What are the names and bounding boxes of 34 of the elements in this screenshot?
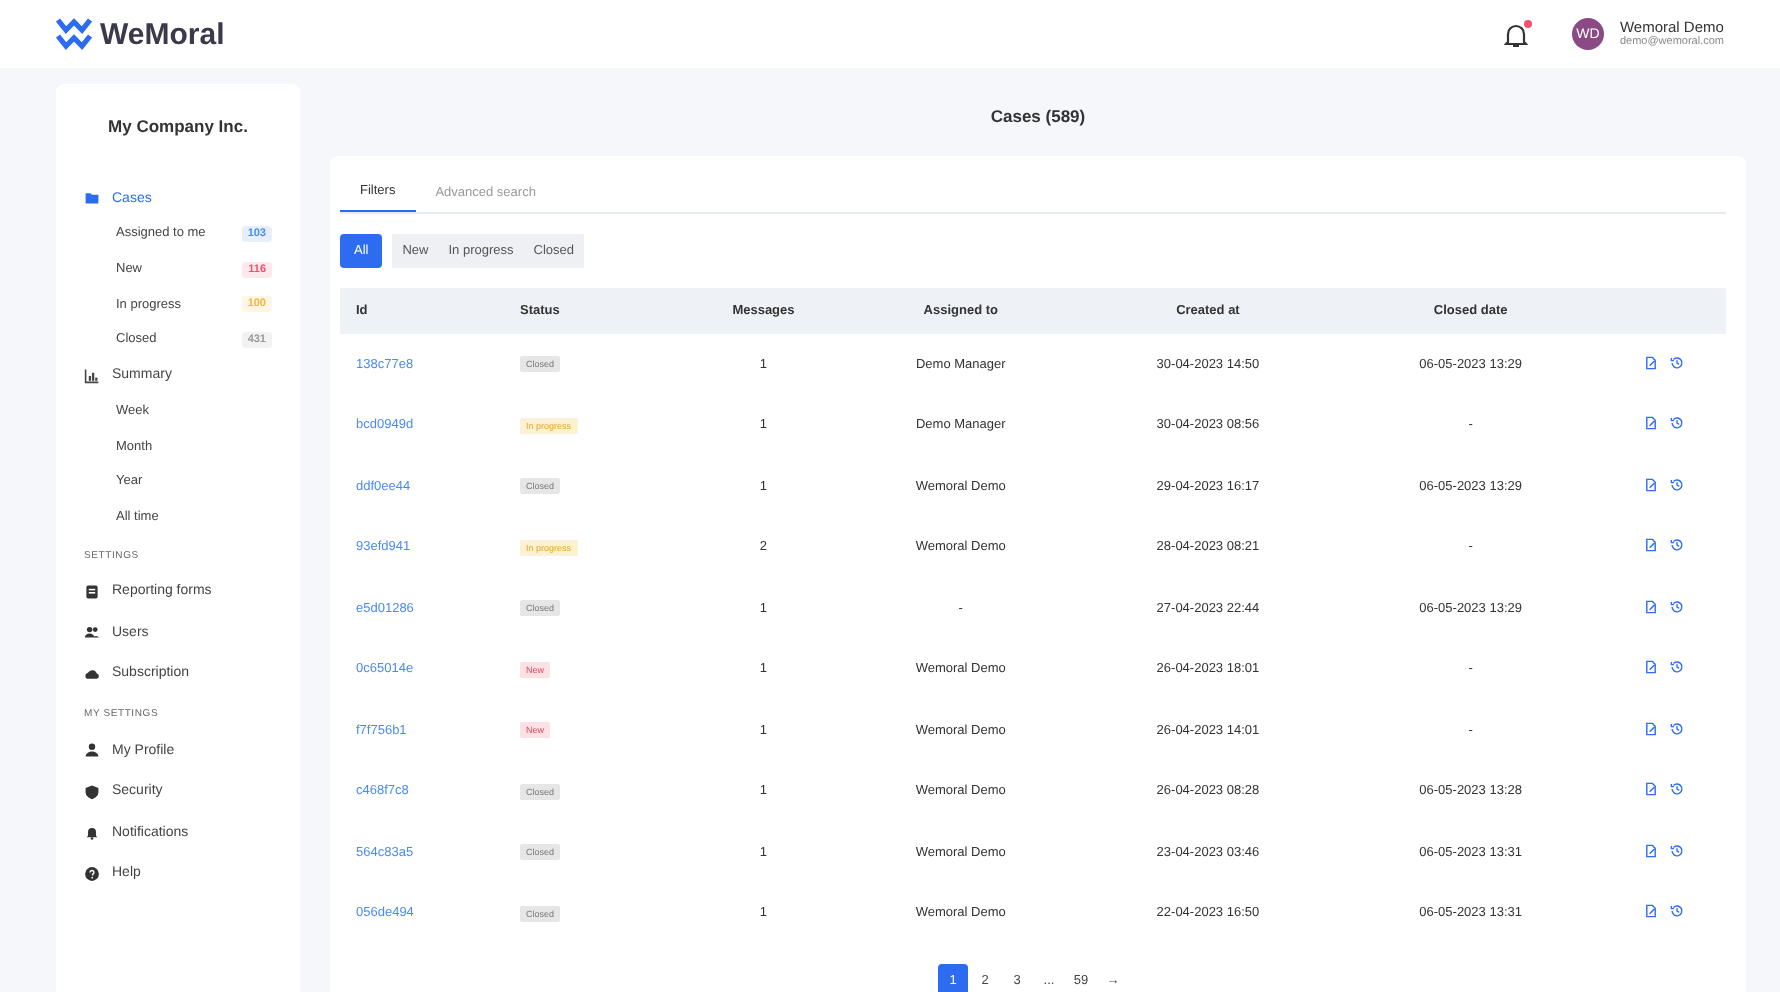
notification-bell-icon[interactable] xyxy=(1503,21,1528,47)
cloud-icon xyxy=(84,665,100,682)
help-icon xyxy=(84,865,100,882)
edit-document-icon[interactable] xyxy=(1644,721,1658,736)
history-icon[interactable] xyxy=(1670,782,1684,797)
edit-document-icon[interactable] xyxy=(1644,355,1658,370)
history-icon[interactable] xyxy=(1670,416,1684,431)
history-icon[interactable] xyxy=(1670,660,1684,675)
edit-document-icon[interactable] xyxy=(1644,904,1658,919)
history-icon[interactable] xyxy=(1670,721,1684,736)
bell-icon xyxy=(84,824,100,841)
history-icon[interactable] xyxy=(1670,599,1684,614)
logo-text: WeMoral xyxy=(100,17,225,51)
edit-document-icon[interactable] xyxy=(1644,599,1658,614)
bar-chart-icon xyxy=(84,367,100,384)
edit-document-icon[interactable] xyxy=(1644,477,1658,492)
shield-icon xyxy=(84,783,100,800)
folder-icon xyxy=(84,190,100,206)
logo-icon xyxy=(56,18,92,50)
history-icon[interactable] xyxy=(1670,477,1684,492)
form-icon xyxy=(84,583,100,600)
edit-document-icon[interactable] xyxy=(1644,782,1658,797)
page-title: Cases (589) xyxy=(988,106,1088,126)
history-icon[interactable] xyxy=(1670,538,1684,553)
person-icon xyxy=(84,742,100,759)
history-icon[interactable] xyxy=(1670,843,1684,858)
history-icon[interactable] xyxy=(1670,355,1684,370)
edit-document-icon[interactable] xyxy=(1644,538,1658,553)
edit-document-icon[interactable] xyxy=(1644,416,1658,431)
edit-document-icon[interactable] xyxy=(1644,660,1658,675)
company-name: My Company Inc. xyxy=(106,116,250,136)
users-icon xyxy=(84,624,100,641)
edit-document-icon[interactable] xyxy=(1644,843,1658,858)
history-icon[interactable] xyxy=(1670,904,1684,919)
